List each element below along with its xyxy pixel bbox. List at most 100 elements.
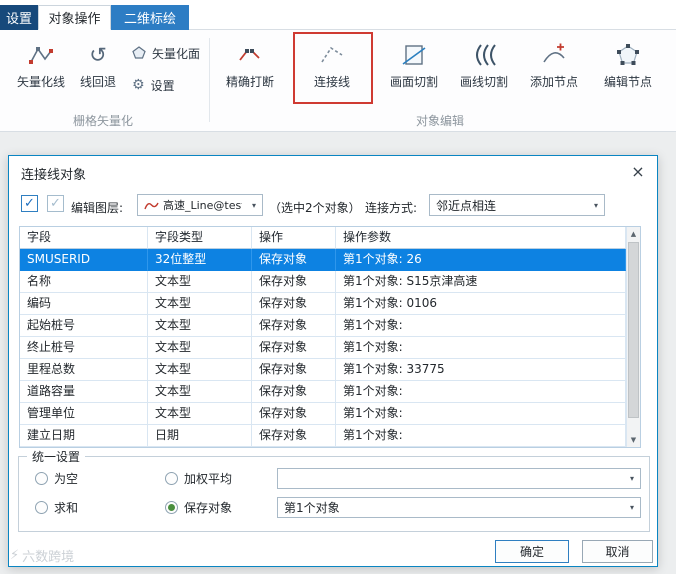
table-row[interactable]: 起始桩号 文本型 保存对象 第1个对象: xyxy=(20,315,626,337)
cell-field: 起始桩号 xyxy=(20,315,148,337)
cell-param: 第1个对象: xyxy=(336,315,626,337)
chevron-down-icon: ▾ xyxy=(593,200,598,210)
column-header-type: 字段类型 xyxy=(148,227,252,249)
cell-field: 建立日期 xyxy=(20,425,148,447)
precise-break-button[interactable]: 精确打断 xyxy=(216,36,284,104)
ok-button-label: 确定 xyxy=(519,545,544,559)
dialog-titlebar[interactable]: 连接线对象 × xyxy=(9,156,657,186)
layer-combobox[interactable]: 高速_Line@test ▾ xyxy=(137,194,263,216)
edit-node-button[interactable]: 编辑节点 xyxy=(594,36,662,104)
button-label: 线回退 xyxy=(79,75,116,89)
cell-type: 文本型 xyxy=(148,271,252,293)
vectorize-line-button[interactable]: 矢量化线 xyxy=(12,36,70,104)
table-row[interactable]: 道路容量 文本型 保存对象 第1个对象: xyxy=(20,381,626,403)
cell-operation: 保存对象 xyxy=(252,403,336,425)
table-row[interactable]: SMUSERID 32位整型 保存对象 第1个对象: 26 xyxy=(20,249,626,271)
scroll-down-icon[interactable]: ▼ xyxy=(627,433,640,447)
surface-cut-button[interactable]: 画面切割 xyxy=(380,36,448,104)
cell-param: 第1个对象: 26 xyxy=(336,249,626,271)
layer-combobox-value: 高速_Line@test xyxy=(163,199,242,212)
table-row[interactable]: 编码 文本型 保存对象 第1个对象: 0106 xyxy=(20,293,626,315)
table-row[interactable]: 建立日期 日期 保存对象 第1个对象: xyxy=(20,425,626,447)
table-row[interactable]: 里程总数 文本型 保存对象 第1个对象: 33775 xyxy=(20,359,626,381)
table-row[interactable]: 管理单位 文本型 保存对象 第1个对象: xyxy=(20,403,626,425)
radio-weighted-average[interactable]: 加权平均 xyxy=(165,470,232,486)
cell-operation: 保存对象 xyxy=(252,337,336,359)
unified-top-combobox[interactable]: ▾ xyxy=(277,468,641,489)
cell-param: 第1个对象: xyxy=(336,381,626,403)
radio-icon xyxy=(165,500,178,514)
tab-label: 设置 xyxy=(5,12,32,27)
unified-settings-title: 统一设置 xyxy=(27,448,86,465)
vectorize-area-button[interactable]: 矢量化面 xyxy=(128,42,204,64)
scrollbar-thumb[interactable] xyxy=(628,242,639,418)
table-row[interactable]: 终止桩号 文本型 保存对象 第1个对象: xyxy=(20,337,626,359)
vectorize-area-icon xyxy=(132,46,146,60)
unified-settings-group: 统一设置 为空 加权平均 求和 保存对象 ▾ 第1个对象 ▾ xyxy=(18,448,650,532)
gear-icon: ⚙ xyxy=(132,77,145,93)
button-label: 添加节点 xyxy=(529,75,578,89)
radio-label: 为空 xyxy=(54,471,79,486)
radio-empty[interactable]: 为空 xyxy=(35,470,78,486)
line-undo-button[interactable]: ↺ 线回退 xyxy=(72,36,124,104)
tab-label: 对象操作 xyxy=(48,12,101,27)
field-table: 字段 字段类型 操作 操作参数 SMUSERID 32位整型 保存对象 第1个对… xyxy=(19,226,641,448)
cell-operation: 保存对象 xyxy=(252,381,336,403)
watermark-text: 六数跨境 xyxy=(22,550,75,565)
column-header-operation: 操作 xyxy=(252,227,336,249)
cell-field: 名称 xyxy=(20,271,148,293)
vertical-scrollbar[interactable]: ▲ ▼ xyxy=(626,227,640,447)
line-cut-icon xyxy=(471,41,497,69)
cell-type: 文本型 xyxy=(148,403,252,425)
chevron-down-icon: ▾ xyxy=(629,503,634,512)
cancel-button-label: 取消 xyxy=(605,545,630,559)
connect-method-combobox[interactable]: 邻近点相连 ▾ xyxy=(429,194,605,216)
cell-type: 文本型 xyxy=(148,337,252,359)
chevron-down-icon: ▾ xyxy=(251,200,256,210)
cancel-button[interactable]: 取消 xyxy=(582,540,653,563)
cell-field: SMUSERID xyxy=(20,249,148,271)
close-icon[interactable]: × xyxy=(627,161,649,181)
scroll-up-icon[interactable]: ▲ xyxy=(627,227,640,241)
cell-param: 第1个对象: xyxy=(336,337,626,359)
check-icon: ✓ xyxy=(50,196,61,211)
radio-label: 保存对象 xyxy=(184,500,233,515)
button-label: 编辑节点 xyxy=(603,75,652,89)
ok-button[interactable]: 确定 xyxy=(495,540,569,563)
cell-type: 日期 xyxy=(148,425,252,447)
radio-label: 求和 xyxy=(54,500,79,515)
radio-sum[interactable]: 求和 xyxy=(35,499,78,515)
radio-save-object[interactable]: 保存对象 xyxy=(165,499,232,515)
cell-type: 文本型 xyxy=(148,315,252,337)
table-row[interactable]: 名称 文本型 保存对象 第1个对象: S15京津高速 xyxy=(20,271,626,293)
tab-object-operations[interactable]: 对象操作 xyxy=(38,5,111,30)
unified-bottom-combobox[interactable]: 第1个对象 ▾ xyxy=(277,497,641,518)
add-node-button[interactable]: 添加节点 xyxy=(520,36,588,104)
unified-bottom-combobox-value: 第1个对象 xyxy=(284,501,340,515)
cell-param: 第1个对象: 33775 xyxy=(336,359,626,381)
select-all-checkbox[interactable]: ✓ xyxy=(21,195,38,212)
tab-2d-plotting[interactable]: 二维标绘 xyxy=(111,5,189,30)
secondary-checkbox[interactable]: ✓ xyxy=(47,195,64,212)
cell-operation: 保存对象 xyxy=(252,293,336,315)
watermark: ⚡ 六数跨境 xyxy=(10,546,74,565)
field-table-body: 字段 字段类型 操作 操作参数 SMUSERID 32位整型 保存对象 第1个对… xyxy=(20,227,626,447)
line-cut-button[interactable]: 画线切割 xyxy=(450,36,518,104)
cell-param: 第1个对象: xyxy=(336,425,626,447)
button-label: 画线切割 xyxy=(459,75,508,89)
radio-icon xyxy=(35,471,48,485)
cell-field: 终止桩号 xyxy=(20,337,148,359)
ribbon-tab-bar: 设置 对象操作 二维标绘 xyxy=(0,0,676,30)
lightning-icon: ⚡ xyxy=(10,548,20,563)
check-icon: ✓ xyxy=(24,196,35,211)
cell-field: 道路容量 xyxy=(20,381,148,403)
add-node-icon xyxy=(541,41,567,69)
cell-type: 文本型 xyxy=(148,359,252,381)
tab-settings[interactable]: 设置 xyxy=(0,5,38,30)
raster-settings-button[interactable]: ⚙ 设置 xyxy=(128,74,179,96)
connect-method-label: 连接方式: xyxy=(365,201,418,215)
group-separator xyxy=(209,38,210,122)
dialog-title: 连接线对象 xyxy=(21,168,87,183)
radio-icon xyxy=(165,471,178,485)
cell-param: 第1个对象: xyxy=(336,403,626,425)
